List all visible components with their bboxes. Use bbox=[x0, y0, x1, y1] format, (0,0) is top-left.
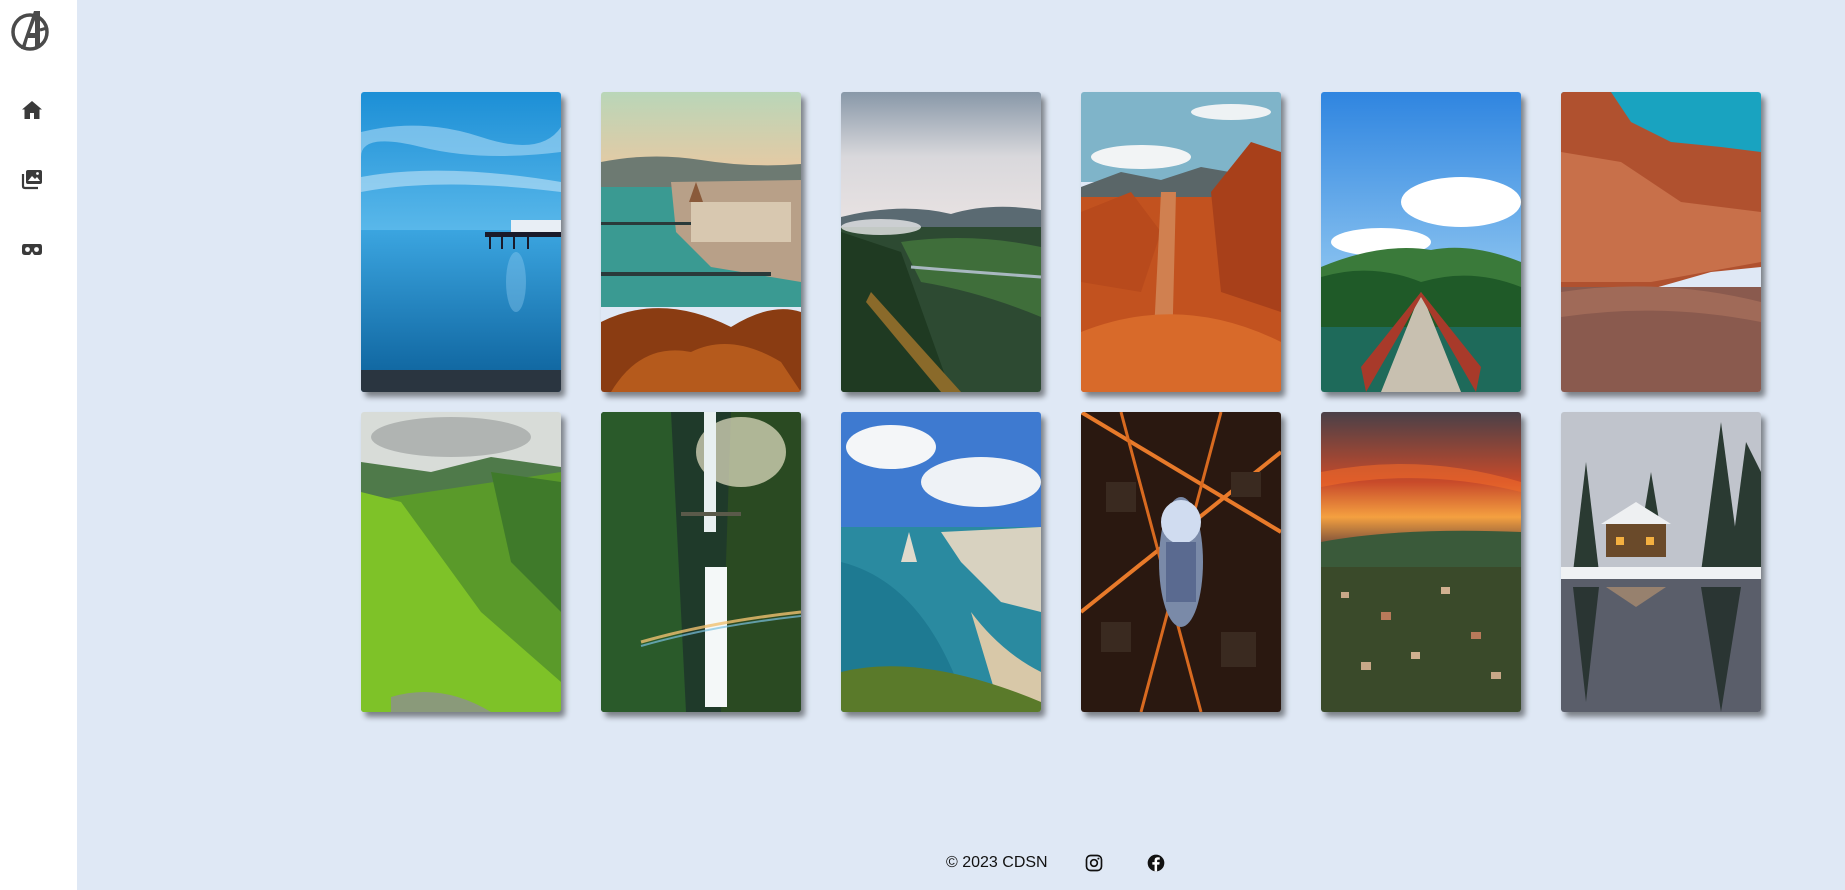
gallery-card-valley-river[interactable] bbox=[841, 92, 1041, 392]
gallery-card-waterfall[interactable] bbox=[601, 412, 801, 712]
gallery-card-pier-lake[interactable] bbox=[361, 92, 561, 392]
pier-lake-photo bbox=[361, 92, 561, 392]
instagram-icon bbox=[1085, 854, 1102, 872]
avengers-logo-icon[interactable] bbox=[9, 8, 51, 53]
copyright-text: © 2023 CDSN bbox=[946, 854, 1048, 871]
green-valley-photo bbox=[361, 412, 561, 712]
city-night-photo bbox=[1081, 412, 1281, 712]
valley-river-photo bbox=[841, 92, 1041, 392]
gallery-card-sunset-town[interactable] bbox=[1321, 412, 1521, 712]
snowy-cabin-photo bbox=[1561, 412, 1761, 712]
rock-cliff-beach-photo bbox=[1561, 92, 1761, 392]
gallery-card-red-rock-canyon[interactable] bbox=[1081, 92, 1281, 392]
facebook-link[interactable] bbox=[1145, 852, 1167, 874]
facebook-icon bbox=[1147, 854, 1164, 872]
gallery-card-snowy-cabin-lake[interactable] bbox=[1561, 412, 1761, 712]
photo-gallery bbox=[361, 92, 1761, 712]
gallery-card-city-night-aerial[interactable] bbox=[1081, 412, 1281, 712]
footer: © 2023 CDSN bbox=[946, 850, 1167, 876]
gallery-card-rock-cliff-beach[interactable] bbox=[1561, 92, 1761, 392]
vr-goggles-icon bbox=[22, 244, 42, 255]
home-icon bbox=[22, 101, 42, 119]
sidebar bbox=[0, 0, 77, 890]
gallery-card-river-city-bridges[interactable] bbox=[601, 92, 801, 392]
sea-cliffs-photo bbox=[841, 412, 1041, 712]
suspension-bridge-photo bbox=[1321, 92, 1521, 392]
sidebar-item-home[interactable] bbox=[18, 96, 46, 124]
gallery-card-suspension-bridge[interactable] bbox=[1321, 92, 1521, 392]
river-city-photo bbox=[601, 92, 801, 392]
sidebar-item-vr[interactable] bbox=[18, 235, 46, 263]
sidebar-item-gallery[interactable] bbox=[18, 165, 46, 193]
gallery-card-green-valley[interactable] bbox=[361, 412, 561, 712]
gallery-card-sea-cliffs[interactable] bbox=[841, 412, 1041, 712]
red-rock-canyon-photo bbox=[1081, 92, 1281, 392]
instagram-link[interactable] bbox=[1083, 852, 1105, 874]
photo-album-icon bbox=[21, 170, 42, 190]
sunset-town-photo bbox=[1321, 412, 1521, 712]
waterfall-photo bbox=[601, 412, 801, 712]
